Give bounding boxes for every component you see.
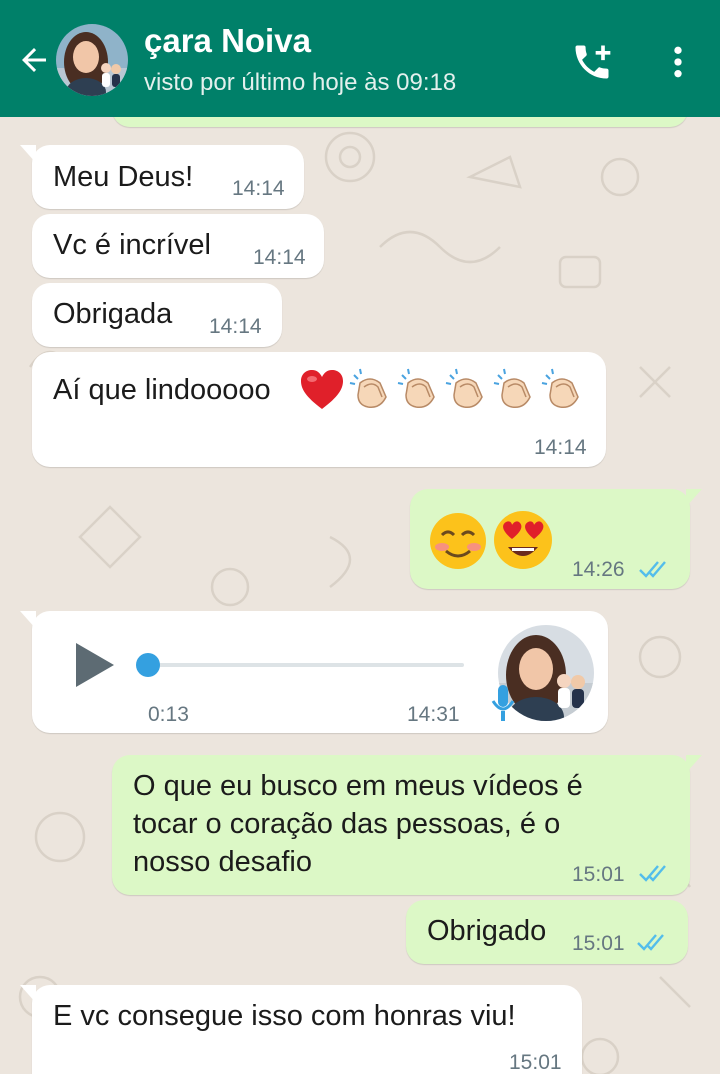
message-bubble[interactable]: E vc consegue isso com honras viu! 15:01 — [20, 985, 582, 1074]
message-text: Vc é incrível — [53, 229, 211, 261]
message-text: E vc consegue isso com honras viu! — [53, 1000, 516, 1032]
bubble-tail — [20, 611, 36, 629]
message-text: Aí que lindooooo — [53, 374, 271, 406]
more-options-button[interactable] — [658, 38, 698, 86]
message-text: Meu Deus! — [53, 161, 194, 193]
microphone-icon — [491, 685, 515, 721]
contact-avatar[interactable] — [56, 24, 128, 96]
message-bubble[interactable]: Meu Deus! 14:14 — [20, 145, 304, 209]
message-time: 14:31 — [407, 703, 460, 726]
message-bubble-outgoing[interactable]: O que eu busco em meus vídeos é tocar o … — [112, 755, 702, 895]
read-receipt-icon — [637, 934, 664, 951]
chat-header: çara Noiva visto por último hoje às 09:1… — [0, 0, 720, 117]
clapping-hands-emoji — [445, 368, 483, 409]
bubble-tail — [20, 145, 36, 163]
smiling-face-emoji — [430, 513, 486, 569]
partial-outgoing-bubble[interactable] — [112, 117, 688, 127]
voice-duration: 0:13 — [148, 703, 189, 726]
message-time: 15:01 — [572, 932, 625, 955]
voice-progress-thumb[interactable] — [136, 653, 160, 677]
message-time: 15:01 — [572, 863, 625, 886]
message-bubble[interactable]: Aí que lindooooo 14:14 — [32, 352, 606, 467]
message-time: 14:14 — [534, 436, 587, 459]
message-text: Obrigado — [427, 915, 547, 947]
heart-eyes-emoji — [494, 511, 552, 569]
message-text-line: tocar o coração das pessoas, é o — [133, 808, 561, 840]
bubble-tail — [20, 985, 36, 1003]
message-time: 14:14 — [253, 246, 306, 269]
add-call-button[interactable] — [566, 38, 618, 86]
play-icon[interactable] — [72, 641, 116, 689]
arrow-left-icon — [22, 48, 46, 72]
voice-message-bubble[interactable]: 0:13 14:31 — [20, 611, 608, 733]
chat-area[interactable]: Meu Deus! 14:14 Vc é incrível 14:14 Obri… — [0, 117, 720, 1074]
message-text-line: nosso desafio — [133, 846, 312, 878]
message-bubble-outgoing[interactable]: Obrigado 15:01 — [406, 900, 688, 964]
message-time: 14:14 — [232, 177, 285, 200]
message-time: 15:01 — [509, 1051, 562, 1074]
message-time: 14:14 — [209, 315, 262, 338]
back-button[interactable] — [14, 40, 54, 80]
bubble-tail — [686, 755, 702, 773]
voice-progress-track[interactable] — [142, 663, 464, 667]
red-heart-emoji — [301, 370, 343, 409]
bubble-tail — [686, 489, 702, 507]
clapping-hands-emoji — [397, 368, 435, 409]
contact-name[interactable]: çara Noiva — [144, 22, 311, 60]
clapping-hands-emoji — [541, 368, 579, 409]
message-bubble-outgoing[interactable]: 14:26 — [410, 489, 702, 589]
read-receipt-icon — [639, 865, 666, 882]
message-time: 14:26 — [572, 558, 625, 581]
last-seen-status: visto por último hoje às 09:18 — [144, 69, 457, 96]
clapping-hands-emoji — [349, 368, 387, 409]
message-bubble[interactable]: Obrigada 14:14 — [32, 283, 282, 347]
message-text: Obrigada — [53, 298, 173, 330]
message-bubble[interactable]: Vc é incrível 14:14 — [32, 214, 324, 278]
add-call-icon — [575, 45, 611, 79]
message-text-line: O que eu busco em meus vídeos é — [133, 770, 583, 802]
more-vert-icon — [674, 46, 682, 78]
clapping-hands-emoji — [493, 368, 531, 409]
read-receipt-icon — [639, 561, 666, 578]
